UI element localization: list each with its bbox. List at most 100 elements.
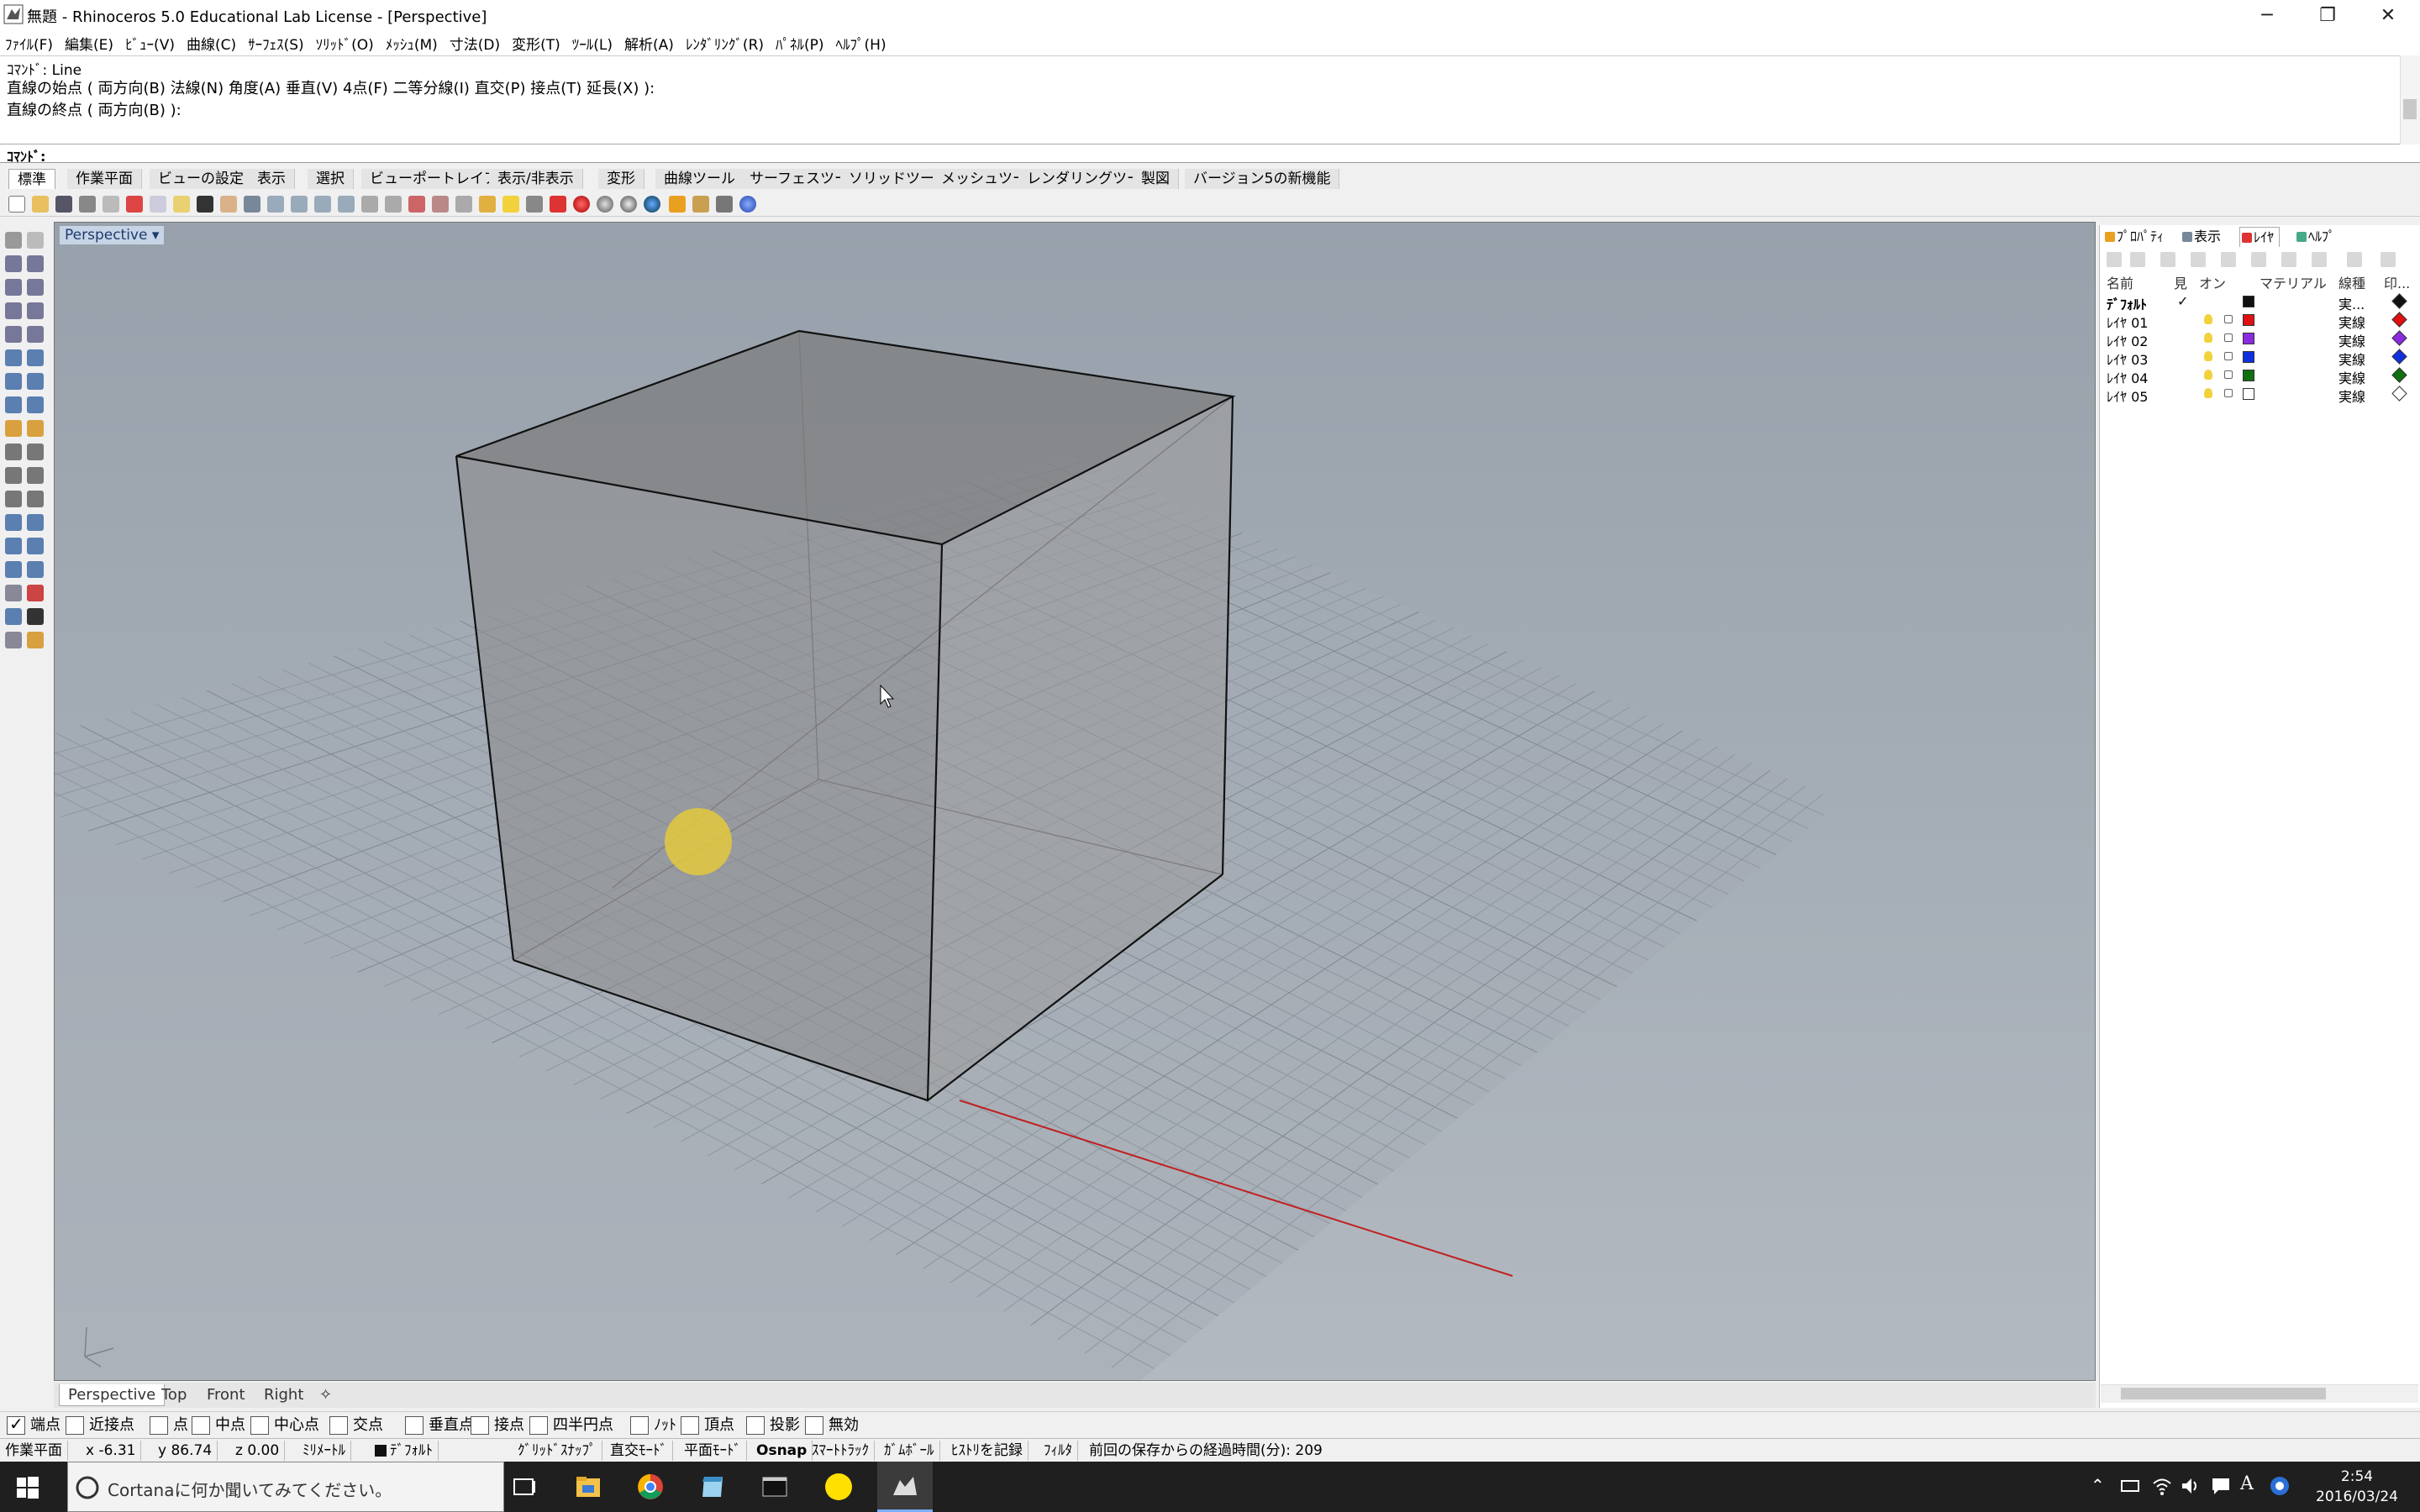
split-icon[interactable]: [27, 467, 44, 484]
light-bulb-icon[interactable]: [2204, 351, 2212, 361]
menu-solid[interactable]: ｿﾘｯﾄﾞ(O): [316, 33, 374, 54]
cplane-indicator[interactable]: 作業平面: [0, 1441, 68, 1461]
menu-transform[interactable]: 変形(T): [512, 33, 560, 54]
checkbox-icon[interactable]: [805, 1416, 823, 1435]
options-icon[interactable]: [669, 196, 686, 213]
lock-icon[interactable]: [526, 196, 543, 213]
zoom-icon[interactable]: [267, 196, 284, 213]
rotate-view-icon[interactable]: [244, 196, 260, 213]
light-bulb-icon[interactable]: [2204, 370, 2212, 380]
layer-states-icon[interactable]: [2312, 252, 2327, 267]
checkbox-icon[interactable]: [329, 1416, 348, 1435]
column-name[interactable]: 名前: [2107, 272, 2133, 292]
tab-set-view[interactable]: ビューの設定: [150, 169, 253, 189]
four-viewports-icon[interactable]: [385, 196, 402, 213]
tab-perspective[interactable]: Perspective: [59, 1384, 166, 1406]
layer-row[interactable]: ﾚｲﾔ 01 実線: [2100, 311, 2420, 331]
tab-curve-tools[interactable]: 曲線ツール: [655, 169, 744, 189]
perspective-viewport[interactable]: Perspective ▾: [54, 222, 2096, 1381]
layer-row[interactable]: ﾃﾞﾌｫﾙﾄ ✓ 実...: [2100, 292, 2420, 312]
layer-color-swatch[interactable]: [2243, 296, 2254, 307]
filter-icon[interactable]: [2281, 252, 2296, 267]
column-current[interactable]: 見: [2174, 272, 2187, 292]
light-bulb-icon[interactable]: [2204, 314, 2212, 324]
viewport-title[interactable]: Perspective ▾: [60, 226, 165, 244]
tab-right[interactable]: Right: [255, 1384, 312, 1406]
system-clock[interactable]: 2:54 2016/03/24: [2302, 1467, 2412, 1507]
render-icon[interactable]: [644, 196, 660, 213]
menu-edit[interactable]: 編集(E): [65, 33, 113, 54]
menu-surface[interactable]: ｻｰﾌｪｽ(S): [248, 33, 304, 54]
command-history-scroll-thumb[interactable]: [2403, 99, 2417, 119]
tab-top[interactable]: Top: [153, 1384, 195, 1406]
join-icon[interactable]: [5, 444, 22, 460]
unlock-icon[interactable]: [2224, 333, 2233, 342]
column-on[interactable]: オン: [2199, 272, 2226, 292]
edit-layers-icon[interactable]: [550, 196, 566, 213]
new-viewport-tab-icon[interactable]: ✧: [311, 1384, 340, 1406]
undo-icon[interactable]: [197, 196, 213, 213]
snap-icon[interactable]: [716, 196, 733, 213]
move-layer-out-icon[interactable]: [2251, 252, 2266, 267]
layer-color-swatch[interactable]: [2243, 370, 2254, 381]
osnap-checkbox[interactable]: 垂直点: [405, 1416, 474, 1435]
input-method-icon[interactable]: A: [2240, 1473, 2254, 1494]
zoom-window-icon[interactable]: [291, 196, 308, 213]
tab-new-in-v5[interactable]: バージョン5の新機能: [1185, 169, 1340, 189]
ellipse-icon[interactable]: [5, 326, 22, 343]
tab-display[interactable]: 表示: [249, 169, 295, 189]
panel-scroll-thumb[interactable]: [2121, 1388, 2326, 1399]
task-view-icon[interactable]: [508, 1470, 541, 1504]
layer-row[interactable]: ﾚｲﾔ 04 実線: [2100, 366, 2420, 386]
boolean-difference-icon[interactable]: [27, 420, 44, 437]
edge-surface-icon[interactable]: [27, 349, 44, 366]
select-icon[interactable]: [432, 196, 449, 213]
tray-expand-icon[interactable]: ⌃: [2091, 1475, 2105, 1495]
osnap-checkbox[interactable]: 近接点: [66, 1416, 134, 1435]
layer-row[interactable]: ﾚｲﾔ 03 実線: [2100, 348, 2420, 368]
light-bulb-icon[interactable]: [2204, 388, 2212, 398]
checkbox-icon[interactable]: [192, 1416, 210, 1435]
column-material[interactable]: マテリアル: [2260, 272, 2327, 292]
osnap-checkbox[interactable]: 中点: [192, 1416, 245, 1435]
close-button[interactable]: ✕: [2349, 0, 2420, 30]
layer-linetype[interactable]: 実線: [2338, 386, 2365, 406]
checkbox-checked-icon[interactable]: [7, 1415, 25, 1435]
planar-toggle[interactable]: 平面ﾓｰﾄﾞ: [679, 1441, 747, 1461]
new-file-icon[interactable]: [8, 196, 25, 213]
trim-icon[interactable]: [5, 467, 22, 484]
scale-icon[interactable]: [27, 538, 44, 554]
command-input[interactable]: ｺﾏﾝﾄﾞ:: [0, 144, 2420, 165]
checkbox-icon[interactable]: [66, 1416, 84, 1435]
show-icon[interactable]: [479, 196, 496, 213]
layer-color-swatch[interactable]: [2243, 333, 2254, 344]
unlock-icon[interactable]: [2224, 389, 2233, 397]
rhino-app-icon[interactable]: [3, 4, 24, 24]
polygon-icon[interactable]: [5, 302, 22, 319]
checkbox-icon[interactable]: [630, 1416, 649, 1435]
hide-icon[interactable]: [455, 196, 472, 213]
ungroup-icon[interactable]: [27, 491, 44, 507]
layer-help-icon[interactable]: [2381, 252, 2396, 267]
print-color-diamond-icon[interactable]: [2391, 312, 2407, 328]
move-layer-down-icon[interactable]: [2221, 252, 2236, 267]
menu-mesh[interactable]: ﾒｯｼｭ(M): [386, 33, 438, 54]
osnap-checkbox[interactable]: 中心点: [250, 1416, 319, 1435]
menu-dimension[interactable]: 寸法(D): [450, 33, 500, 54]
print-color-diamond-icon[interactable]: [2391, 367, 2407, 383]
ortho-toggle[interactable]: 直交ﾓｰﾄﾞ: [605, 1441, 673, 1461]
curve-icon[interactable]: [27, 255, 44, 272]
osnap-checkbox[interactable]: 四半円点: [529, 1416, 613, 1435]
unlock-icon[interactable]: [2224, 370, 2233, 379]
paste-icon[interactable]: [173, 196, 190, 213]
text-icon[interactable]: [5, 514, 22, 531]
tab-drafting[interactable]: 製図: [1133, 169, 1179, 189]
box-icon[interactable]: [5, 373, 22, 390]
polyline-icon[interactable]: [5, 255, 22, 272]
layer-color-swatch[interactable]: [2243, 388, 2254, 400]
menu-render[interactable]: ﾚﾝﾀﾞﾘﾝｸﾞ(R): [686, 33, 764, 54]
new-layer-icon[interactable]: [2107, 252, 2122, 267]
cplane-icon[interactable]: [408, 196, 425, 213]
toolbar-layout-icon[interactable]: [692, 196, 709, 213]
column-print-color[interactable]: 印...: [2384, 272, 2410, 292]
